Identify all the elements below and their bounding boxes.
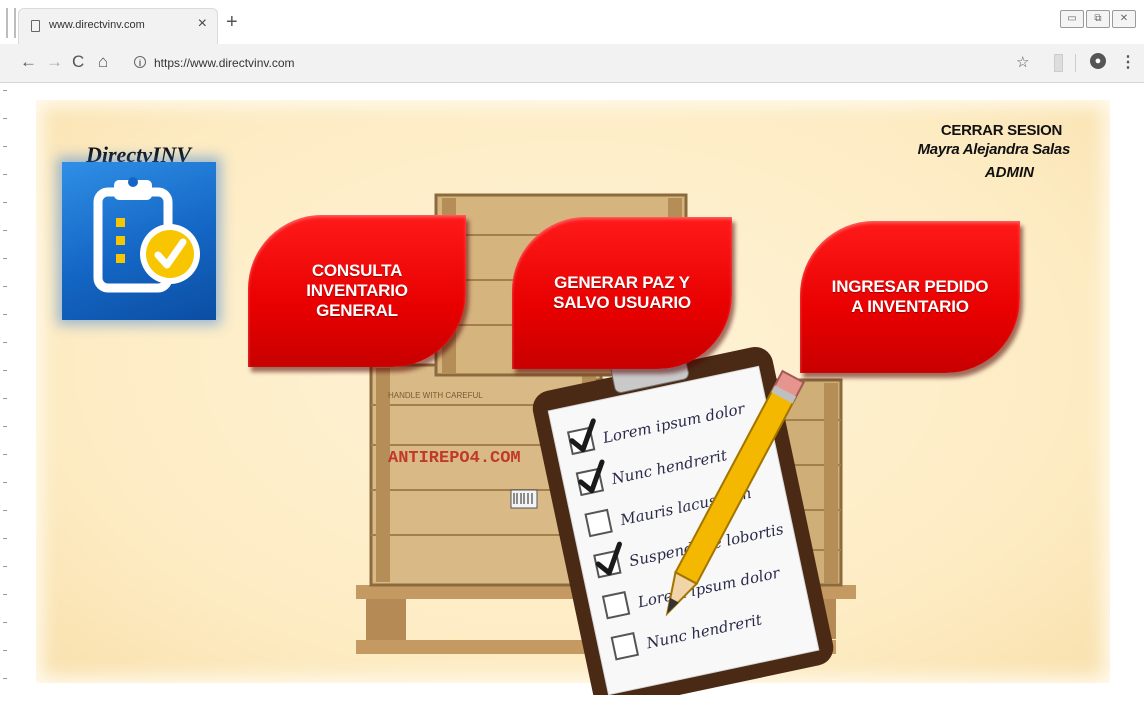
home-icon[interactable]: ⌂ [98,52,108,72]
extension-icon[interactable] [1054,54,1063,72]
forward-arrow-icon[interactable]: → [46,52,63,72]
page-icon [31,20,40,32]
ingresar-pedido-label: INGRESAR PEDIDO A INVENTARIO [831,277,989,316]
generar-paz-salvo-button[interactable]: GENERAR PAZ Y SALVO USUARIO [512,217,732,369]
consulta-inventario-button[interactable]: CONSULTA INVENTARIO GENERAL [248,215,466,367]
browser-tab[interactable]: www.directvinv.com × [18,8,218,44]
generar-paz-salvo-label: GENERAR PAZ Y SALVO USUARIO [553,273,691,312]
account-icon[interactable]: ● [1090,53,1106,69]
user-name: Mayra Alejandra Salas [917,141,1071,158]
app-page: DirectvINV CERRAR SESION Mayra Alejandra… [36,100,1110,695]
bookmark-star-icon[interactable]: ☆ [1016,53,1029,71]
address-bar[interactable]: i https://www.directvinv.com [126,50,1046,76]
clipboard-check-logo-icon [62,162,216,320]
close-window-button[interactable]: ✕ [1112,10,1136,28]
crate-stamp-text: ANTIREPO4.COM [388,449,521,468]
reload-icon[interactable]: C [72,52,84,72]
tab-close-icon[interactable]: × [198,15,207,33]
minimize-button[interactable]: ▭ [1060,10,1084,28]
toolbar-divider [1075,54,1076,72]
restore-button[interactable]: ⧉ [1086,10,1110,28]
consulta-inventario-label: CONSULTA INVENTARIO GENERAL [306,261,408,320]
info-icon[interactable]: i [134,56,146,68]
browser-tab-strip: www.directvinv.com × + ▭ ⧉ ✕ [0,0,1144,44]
crate-small-text: HANDLE WITH CAREFUL [388,391,483,400]
user-panel: CERRAR SESION Mayra Alejandra Salas ADMI… [917,122,1071,181]
window-controls: ▭ ⧉ ✕ [1060,10,1136,28]
logout-link[interactable]: CERRAR SESION [918,122,1062,139]
back-arrow-icon[interactable]: ← [20,52,37,72]
tab-title: www.directvinv.com [49,19,145,31]
user-role: ADMIN [984,164,1034,181]
page-ruler [0,80,8,702]
menu-kebab-icon[interactable]: ⋮ [1120,52,1136,72]
url-text[interactable]: https://www.directvinv.com [154,56,294,70]
browser-toolbar: ← → C ⌂ i https://www.directvinv.com ☆ ●… [0,44,1144,83]
ingresar-pedido-button[interactable]: INGRESAR PEDIDO A INVENTARIO [800,221,1020,373]
new-tab-button[interactable]: + [226,12,238,32]
window-grip[interactable] [6,8,16,38]
